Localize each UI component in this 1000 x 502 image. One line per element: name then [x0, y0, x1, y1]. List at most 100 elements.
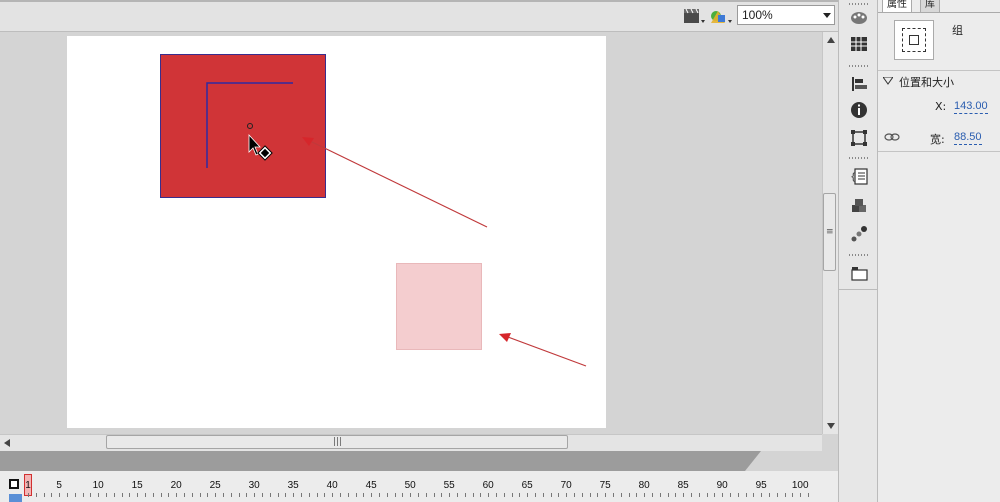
frame-tick [301, 493, 302, 497]
frame-tick [394, 493, 396, 497]
frame-tick [628, 493, 630, 497]
selected-group-shape[interactable] [160, 54, 326, 198]
frame-tick [355, 493, 357, 497]
frame-tick [238, 493, 240, 497]
frame-tick [652, 493, 653, 497]
frame-tick [215, 493, 217, 497]
dock-grip[interactable] [849, 157, 869, 159]
frame-tick [737, 493, 739, 497]
frame-tick [324, 493, 326, 497]
grip-icon: ||| [333, 437, 343, 447]
x-value[interactable]: 143.00 [954, 100, 988, 114]
frame-tick [683, 493, 685, 497]
transform-icon[interactable] [849, 128, 869, 148]
frame-tick [262, 493, 263, 497]
frame-tick [691, 493, 692, 497]
faded-copy-shape[interactable] [396, 263, 482, 350]
scroll-up-icon[interactable] [827, 37, 835, 43]
frame-tick [230, 493, 232, 497]
timeline-header [0, 451, 745, 471]
frame-tick [379, 493, 380, 497]
section-collapse-icon[interactable] [883, 77, 893, 85]
frame-tick [776, 493, 778, 497]
frame-tick [566, 493, 568, 497]
frame-tick [293, 493, 295, 497]
frame-tick [28, 493, 29, 497]
frame-number-label: 10 [92, 480, 104, 491]
frame-tick [730, 493, 731, 497]
frame-tick [667, 493, 669, 497]
components-icon[interactable] [849, 196, 869, 216]
frame-tick [574, 493, 575, 497]
frame-tick [269, 493, 271, 497]
frame-tick [121, 493, 123, 497]
color-palette-icon[interactable] [849, 8, 869, 28]
section-title[interactable]: 位置和大小 [899, 74, 954, 90]
frame-tick [285, 493, 287, 497]
frame-tick [316, 493, 318, 497]
frame-tick [449, 493, 451, 497]
link-proportions-icon[interactable] [884, 131, 900, 143]
frame-tick [152, 493, 154, 497]
frame-tick [675, 493, 677, 497]
frame-tick [67, 493, 68, 497]
align-icon[interactable] [849, 74, 869, 94]
frame-tick [722, 493, 724, 497]
frame-tick [176, 493, 178, 497]
x-label: X: [935, 100, 947, 113]
frame-number-label: 90 [716, 480, 728, 491]
frame-tick [784, 493, 786, 497]
dock-grip[interactable] [849, 3, 869, 5]
info-icon[interactable] [849, 100, 869, 120]
frame-tick [511, 493, 513, 497]
library-icon[interactable] [849, 263, 869, 283]
frame-tick [706, 493, 708, 497]
frame-tick [589, 493, 591, 497]
frame-number-label: 55 [443, 480, 455, 491]
frame-tick [503, 493, 505, 497]
frame-tick [340, 493, 341, 497]
frame-tick [464, 493, 466, 497]
layer-color-swatch [9, 494, 22, 502]
frame-tick [98, 493, 100, 497]
frame-tick [386, 493, 388, 497]
width-label: 宽: [930, 133, 945, 146]
frame-tick [808, 493, 809, 497]
frame-tick [43, 493, 45, 497]
frame-tick [472, 493, 474, 497]
frame-tick [550, 493, 552, 497]
frame-number-label: 25 [209, 480, 221, 491]
dock-grip[interactable] [849, 65, 869, 67]
frame-tick [277, 493, 279, 497]
scroll-left-icon[interactable] [4, 439, 10, 447]
frame-number-label: 50 [404, 480, 416, 491]
frame-tick [535, 493, 536, 497]
frame-tick [620, 493, 622, 497]
actions-icon[interactable]: { [849, 166, 869, 186]
dock-grip[interactable] [849, 254, 869, 256]
panel-dock-strip: { [838, 0, 878, 502]
frame-tick [191, 493, 193, 497]
motion-presets-icon[interactable] [849, 224, 869, 244]
frame-tick [106, 493, 107, 497]
frame-tick [254, 493, 256, 497]
frame-tick [410, 493, 412, 497]
frame-number-label: 70 [560, 480, 572, 491]
frame-ruler[interactable]: 1 5 10 15 20 25 30 35 40 45 50 55 60 65 70 75 80 85 90 95 10… [25, 474, 836, 498]
frame-tick [636, 493, 638, 497]
swatches-icon[interactable] [849, 34, 869, 54]
dock-divider [839, 289, 877, 290]
frame-number-label: 20 [170, 480, 182, 491]
frame-tick [82, 493, 84, 497]
frame-number-label: 100 [791, 480, 809, 491]
outline-icon[interactable] [9, 479, 19, 489]
frame-tick [246, 493, 248, 497]
frame-tick [59, 493, 61, 497]
annotation-arrow-bottom [499, 333, 587, 367]
vertical-scroll-thumb[interactable]: ≡ [823, 193, 836, 271]
width-value[interactable]: 88.50 [954, 131, 982, 145]
horizontal-scroll-thumb[interactable]: ||| [106, 435, 568, 449]
frame-tick [418, 493, 419, 497]
scroll-down-icon[interactable] [827, 423, 835, 429]
frame-tick [425, 493, 427, 497]
